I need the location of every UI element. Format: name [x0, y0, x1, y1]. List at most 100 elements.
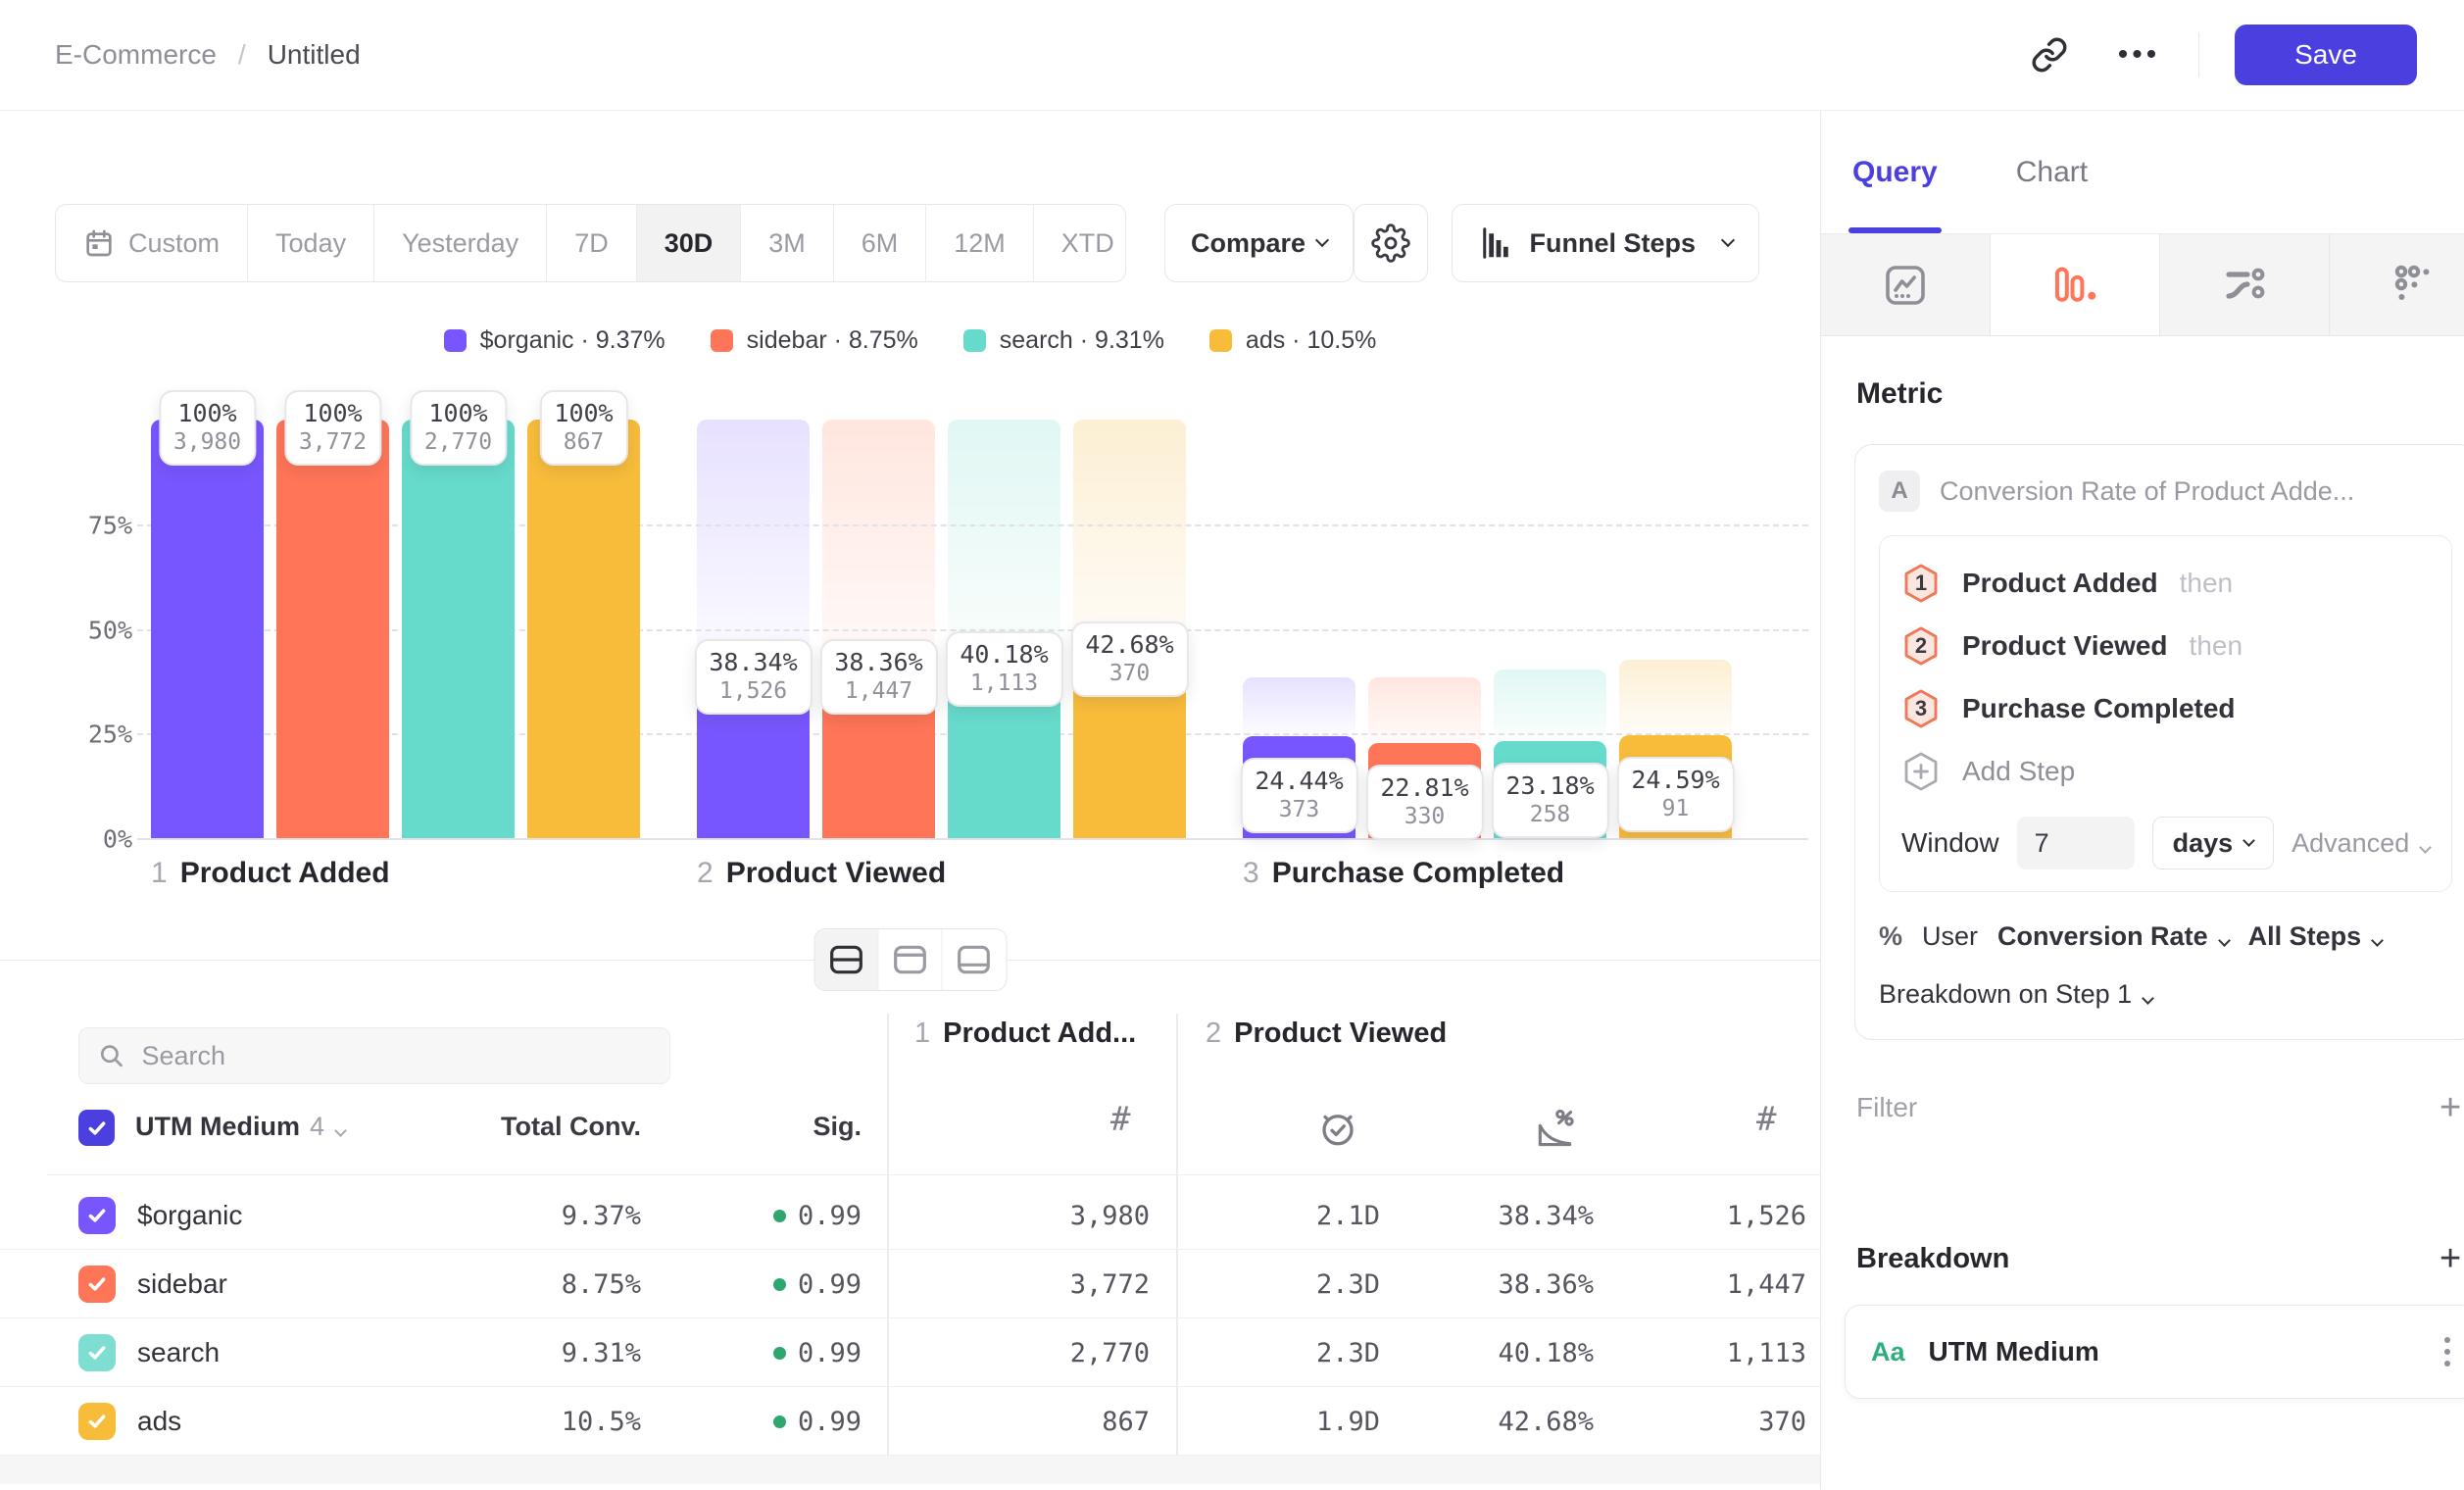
steps-scope-select[interactable]: All Steps [2248, 921, 2383, 952]
tab-query[interactable]: Query [1852, 111, 1938, 233]
chart-settings-button[interactable] [1354, 204, 1428, 282]
window-unit-select[interactable]: days [2152, 817, 2275, 869]
conversion-column-icon[interactable] [1533, 1108, 1576, 1156]
date-range-12m[interactable]: 12M [926, 205, 1034, 281]
report-title[interactable]: Untitled [268, 39, 361, 71]
metric-step-2[interactable]: 2Product Viewedthen [1901, 615, 2430, 677]
step2-count: 1,526 [1727, 1201, 1806, 1231]
step2-count: 1,113 [1727, 1338, 1806, 1368]
legend-swatch [1209, 329, 1232, 352]
chart-type-selector[interactable]: Funnel Steps [1452, 204, 1759, 282]
metric-step-1[interactable]: 1Product Addedthen [1901, 552, 2430, 615]
total-conv-value: 9.37% [562, 1201, 641, 1231]
window-value-input[interactable] [2017, 817, 2135, 869]
panel-tabs: Query Chart [1821, 111, 2464, 234]
sig-dot-icon [773, 1347, 786, 1360]
funnel-bar-ads-step1[interactable] [527, 420, 640, 838]
table-row-ads[interactable]: ads10.5%0.998671.9D42.68%370 [0, 1387, 1820, 1456]
step-number-hexagon: 1 [1901, 563, 1941, 604]
report-type-flows[interactable] [2160, 234, 2330, 335]
count-column-icon[interactable]: # [1756, 1100, 1776, 1139]
save-button[interactable]: Save [2235, 25, 2417, 85]
view-toggle-chart-only[interactable] [878, 929, 942, 990]
date-range-6m[interactable]: 6M [834, 205, 927, 281]
date-range-3m[interactable]: 3M [741, 205, 834, 281]
bar-value-label: 24.59%91 [1616, 757, 1734, 832]
retention-icon [2390, 262, 2438, 309]
step2-conv-value: 38.36% [1498, 1269, 1594, 1300]
compare-button[interactable]: Compare [1164, 204, 1354, 282]
legend-label: $organic · 9.37% [480, 326, 665, 355]
total-conv-value: 10.5% [562, 1407, 641, 1437]
add-filter-button[interactable]: + [2439, 1089, 2461, 1126]
share-link-icon[interactable] [2018, 24, 2081, 86]
funnel-bar-organic-step1[interactable] [151, 420, 264, 838]
date-range-custom[interactable]: Custom [56, 205, 248, 281]
legend-item-organic[interactable]: $organic · 9.37% [444, 325, 665, 355]
step2-conv-value: 40.18% [1498, 1338, 1594, 1368]
string-property-icon: Aa [1871, 1337, 1905, 1367]
sig-header[interactable]: Sig. [813, 1112, 862, 1142]
row-checkbox[interactable] [78, 1197, 116, 1234]
search-input[interactable] [141, 1041, 652, 1071]
report-type-insights[interactable] [1821, 234, 1991, 335]
date-range-xtd[interactable]: XTD [1034, 205, 1126, 281]
date-range-today[interactable]: Today [248, 205, 374, 281]
percent-icon: % [1879, 921, 1902, 952]
filter-section-heading: Filter [1856, 1092, 1917, 1123]
metric-card: A Conversion Rate of Product Adde... 1Pr… [1854, 444, 2464, 1040]
avg-time-column-icon[interactable] [1317, 1108, 1358, 1154]
metric-step-3[interactable]: 3Purchase Completed [1901, 677, 2430, 740]
row-checkbox[interactable] [78, 1266, 116, 1303]
row-name: sidebar [137, 1268, 227, 1300]
row-checkbox[interactable] [78, 1334, 116, 1371]
tab-chart[interactable]: Chart [2016, 111, 2088, 233]
view-toggle-split-view[interactable] [814, 929, 878, 990]
count-column-icon[interactable]: # [1110, 1100, 1130, 1139]
insights-icon [1882, 262, 1929, 309]
legend-item-search[interactable]: search · 9.31% [963, 325, 1164, 355]
table-search[interactable] [78, 1027, 670, 1084]
report-main-area: CustomTodayYesterday7D30D3M6M12MXTD Comp… [0, 111, 1820, 1490]
breadcrumb-parent[interactable]: E-Commerce [55, 39, 217, 71]
funnel-bar-search-step1[interactable] [402, 420, 515, 838]
step2-count: 1,447 [1727, 1269, 1806, 1300]
measure-select[interactable]: Conversion Rate [1997, 921, 2229, 952]
select-all-checkbox[interactable] [78, 1110, 115, 1146]
legend-item-sidebar[interactable]: sidebar · 8.75% [711, 325, 918, 355]
legend-item-ads[interactable]: ads · 10.5% [1209, 325, 1376, 355]
table-row-organic[interactable]: $organic9.37%0.993,9802.1D38.34%1,526 [0, 1181, 1820, 1250]
date-range-7d[interactable]: 7D [547, 205, 637, 281]
sig-value: 0.99 [773, 1407, 862, 1437]
legend-swatch [444, 329, 467, 352]
view-toggle-table-only[interactable] [942, 929, 1006, 990]
advanced-toggle[interactable]: Advanced [2292, 828, 2430, 859]
calendar-icon [83, 227, 115, 259]
breakdown-on-step-select[interactable]: Breakdown on Step 1 [1879, 979, 2452, 1010]
total-conv-header[interactable]: Total Conv. [501, 1112, 641, 1142]
header-divider [47, 1174, 1820, 1175]
breakdown-property-card[interactable]: Aa UTM Medium [1845, 1305, 2464, 1399]
counting-method[interactable]: User [1922, 921, 1978, 952]
table-row-sidebar[interactable]: sidebar8.75%0.993,7722.3D38.36%1,447 [0, 1250, 1820, 1318]
report-type-funnels[interactable] [1991, 234, 2160, 335]
table-row-search[interactable]: search9.31%0.992,7702.3D40.18%1,113 [0, 1318, 1820, 1387]
funnels-icon [2052, 263, 2097, 308]
date-range-30d[interactable]: 30D [637, 205, 742, 281]
row-name: search [137, 1337, 220, 1368]
row-checkbox[interactable] [78, 1403, 116, 1440]
group-column-header[interactable]: UTM Medium4 [135, 1112, 345, 1142]
report-type-strip [1821, 234, 2464, 336]
more-options-button[interactable]: ••• [2108, 24, 2171, 86]
date-range-yesterday[interactable]: Yesterday [374, 205, 547, 281]
add-breakdown-button[interactable]: + [2439, 1240, 2461, 1277]
report-type-retention[interactable] [2330, 234, 2464, 335]
metric-title[interactable]: Conversion Rate of Product Adde... [1940, 476, 2354, 507]
avg-time-value: 1.9D [1316, 1407, 1380, 1437]
bar-value-label: 42.68%370 [1070, 621, 1188, 697]
kebab-menu-icon[interactable] [2444, 1337, 2450, 1366]
funnel-chart-icon [1478, 225, 1513, 261]
step2-conv-value: 38.34% [1498, 1201, 1594, 1231]
funnel-bar-sidebar-step1[interactable] [276, 420, 389, 838]
add-step-button[interactable]: Add Step [1901, 740, 2430, 803]
